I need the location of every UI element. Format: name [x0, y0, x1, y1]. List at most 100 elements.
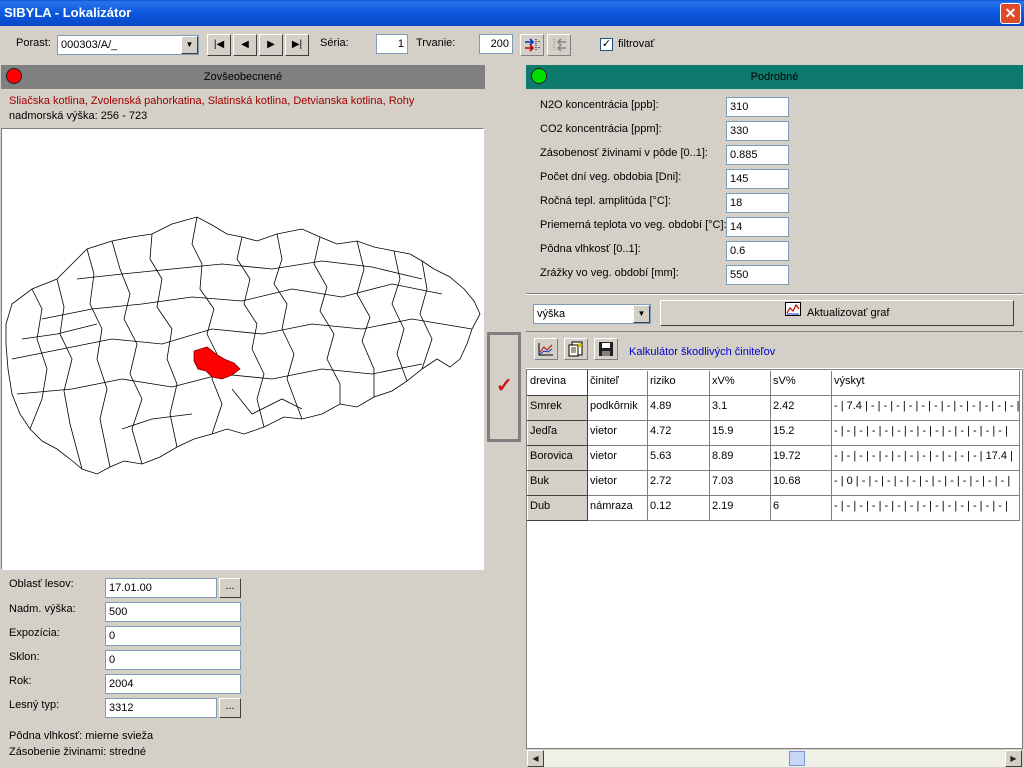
seria-input[interactable]: 1 — [376, 34, 408, 54]
grid-cell[interactable]: 0.12 — [647, 495, 710, 521]
param-co2-input[interactable]: 330 — [726, 121, 789, 141]
trvanie-input[interactable]: 200 — [479, 34, 513, 54]
param-amplitude-input[interactable]: 18 — [726, 193, 789, 213]
update-graph-button[interactable]: Aktualizovať graf — [660, 300, 1014, 326]
oblast-browse-button[interactable]: ... — [219, 578, 241, 598]
param-label: Ročná tepl. amplitúda [°C]: — [540, 195, 671, 207]
seria-label: Séria: — [320, 37, 349, 49]
grid-cell[interactable]: 5.63 — [647, 445, 710, 471]
vyska-input[interactable]: 500 — [105, 602, 241, 622]
left-panel-title: Zovšeobecnené — [203, 71, 283, 83]
grid-header-cell[interactable]: výskyt — [831, 370, 1021, 396]
expozicia-input[interactable]: 0 — [105, 626, 241, 646]
param-label: Pôdna vlhkosť [0..1]: — [540, 243, 641, 255]
grid-header-cell[interactable]: riziko — [647, 370, 710, 396]
scroll-right-icon[interactable]: ▶ — [1005, 750, 1022, 767]
add-series-icon[interactable] — [520, 34, 544, 56]
table-row[interactable]: Buk vietor 2.72 7.03 10.68 - | 0 | - | -… — [527, 470, 1021, 496]
grid-cell[interactable]: 2.19 — [709, 495, 771, 521]
chevron-down-icon[interactable]: ▼ — [181, 36, 198, 54]
grid-cell[interactable]: námraza — [587, 495, 648, 521]
nutrient-text: Zásobenie živinami: stredné — [9, 746, 146, 758]
grid-cell[interactable]: 8.89 — [709, 445, 771, 471]
close-icon[interactable]: ✕ — [1000, 3, 1021, 24]
scroll-thumb[interactable] — [789, 751, 805, 766]
param-label: CO2 koncentrácia [ppm]: — [540, 123, 662, 135]
grid-cell[interactable]: 3.1 — [709, 395, 771, 421]
grid-cell[interactable]: - | - | - | - | - | - | - | - | - | - | … — [831, 495, 1021, 521]
report-icon[interactable] — [564, 338, 588, 360]
porast-combo[interactable]: 000303/A/_ ▼ — [57, 35, 199, 55]
grid-cell[interactable]: 7.03 — [709, 470, 771, 496]
oblast-input[interactable]: 17.01.00 — [105, 578, 217, 598]
risk-grid[interactable]: drevina činiteľ riziko xV% sV% výskyt Sm… — [527, 370, 1021, 521]
grid-cell[interactable]: podkôrnik — [587, 395, 648, 421]
grid-cell[interactable]: 4.89 — [647, 395, 710, 421]
grid-cell[interactable]: 6 — [770, 495, 832, 521]
grid-row-header[interactable]: Smrek — [527, 395, 588, 421]
grid-row-header[interactable]: Dub — [527, 495, 588, 521]
sklon-input[interactable]: 0 — [105, 650, 241, 670]
grid-header-cell[interactable]: činiteľ — [587, 370, 648, 396]
table-row[interactable]: Dub námraza 0.12 2.19 6 - | - | - | - | … — [527, 495, 1021, 521]
checkmark-icon: ✓ — [496, 375, 513, 397]
chart-icon[interactable] — [534, 338, 558, 360]
grid-row-header[interactable]: Buk — [527, 470, 588, 496]
grid-cell[interactable]: vietor — [587, 420, 648, 446]
grid-row-header[interactable]: Jedľa — [527, 420, 588, 446]
field-label-vyska: Nadm. výška: — [9, 603, 76, 615]
right-panel-header: Podrobné — [526, 65, 1023, 89]
grid-header-cell[interactable]: xV% — [709, 370, 771, 396]
grid-cell[interactable]: - | 0 | - | - | - | - | - | - | - | - | … — [831, 470, 1021, 496]
horizontal-scrollbar[interactable]: ◀ ▶ — [527, 749, 1022, 767]
altitude-text: nadmorská výška: 256 - 723 — [9, 110, 148, 122]
chevron-down-icon[interactable]: ▼ — [633, 305, 650, 323]
map-view[interactable] — [1, 128, 484, 570]
grid-cell[interactable]: 19.72 — [770, 445, 832, 471]
grid-cell[interactable]: 4.72 — [647, 420, 710, 446]
grid-cell[interactable]: 2.42 — [770, 395, 832, 421]
graph-select[interactable]: výška ▼ — [533, 304, 651, 324]
grid-cell[interactable]: - | - | - | - | - | - | - | - | - | - | … — [831, 420, 1021, 446]
status-red-icon — [6, 68, 22, 84]
grid-cell[interactable]: 2.72 — [647, 470, 710, 496]
grid-row-header[interactable]: Borovica — [527, 445, 588, 471]
filter-checkbox[interactable]: ✓ — [600, 38, 613, 51]
save-icon[interactable] — [594, 338, 618, 360]
grid-cell[interactable]: vietor — [587, 445, 648, 471]
nav-next-button[interactable]: ▶ — [259, 34, 283, 56]
remove-series-icon[interactable] — [547, 34, 571, 56]
grid-cell[interactable]: - | 7.4 | - | - | - | - | - | - | - | - … — [831, 395, 1021, 421]
apply-button[interactable]: ✓ — [487, 332, 521, 442]
grid-cell[interactable]: 15.9 — [709, 420, 771, 446]
lesny-typ-browse-button[interactable]: ... — [219, 698, 241, 718]
nav-prev-button[interactable]: ◀ — [233, 34, 257, 56]
table-row[interactable]: Jedľa vietor 4.72 15.9 15.2 - | - | - | … — [527, 420, 1021, 446]
grid-cell[interactable]: 10.68 — [770, 470, 832, 496]
param-n2o-input[interactable]: 310 — [726, 97, 789, 117]
update-graph-label: Aktualizovať graf — [807, 307, 890, 319]
param-rainfall-input[interactable]: 550 — [726, 265, 789, 285]
param-moisture-input[interactable]: 0.6 — [726, 241, 789, 261]
status-green-icon — [531, 68, 547, 84]
nav-last-button[interactable]: ▶| — [285, 34, 309, 56]
param-temperature-input[interactable]: 14 — [726, 217, 789, 237]
nav-first-button[interactable]: |◀ — [207, 34, 231, 56]
lesny-typ-input[interactable]: 3312 — [105, 698, 217, 718]
grid-cell[interactable]: 15.2 — [770, 420, 832, 446]
grid-cell[interactable]: vietor — [587, 470, 648, 496]
soil-moisture-text: Pôdna vlhkosť: mierne svieža — [9, 730, 154, 742]
rok-input[interactable]: 2004 — [105, 674, 241, 694]
slovakia-map — [5, 216, 481, 475]
grid-cell[interactable]: - | - | - | - | - | - | - | - | - | - | … — [831, 445, 1021, 471]
scroll-left-icon[interactable]: ◀ — [527, 750, 544, 767]
param-nutrient-input[interactable]: 0.885 — [726, 145, 789, 165]
param-days-input[interactable]: 145 — [726, 169, 789, 189]
param-label: Počet dní veg. obdobia [Dni]: — [540, 171, 682, 183]
table-row[interactable]: Borovica vietor 5.63 8.89 19.72 - | - | … — [527, 445, 1021, 471]
grid-header-cell[interactable]: drevina — [527, 370, 588, 396]
grid-header-row: drevina činiteľ riziko xV% sV% výskyt — [527, 370, 1021, 396]
porast-value: 000303/A/_ — [61, 39, 118, 51]
grid-header-cell[interactable]: sV% — [770, 370, 832, 396]
table-row[interactable]: Smrek podkôrnik 4.89 3.1 2.42 - | 7.4 | … — [527, 395, 1021, 421]
